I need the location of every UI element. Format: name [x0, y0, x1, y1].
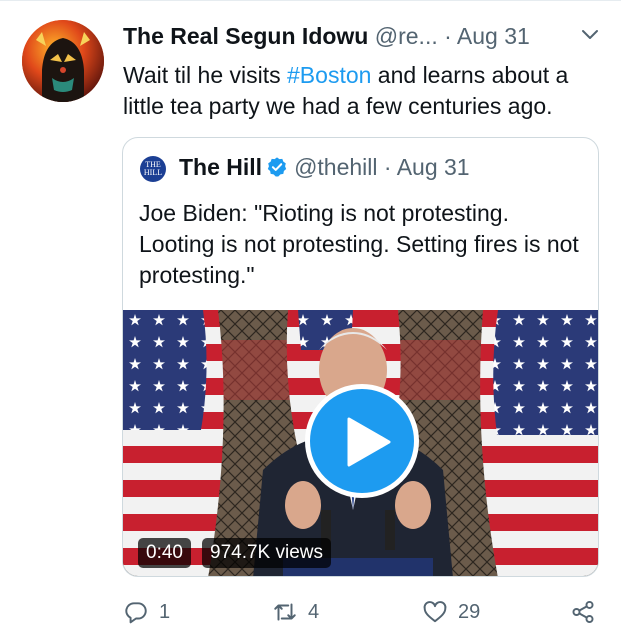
reply-icon — [125, 602, 147, 624]
verified-badge-icon — [266, 156, 288, 178]
reply-button[interactable]: 1 — [123, 595, 170, 629]
video-views: 974.7K views — [202, 538, 332, 568]
retweet-icon — [274, 603, 296, 621]
the-hill-logo[interactable]: THE HILL — [140, 156, 166, 182]
top-divider — [0, 0, 621, 1]
play-icon — [347, 417, 391, 467]
quote-date[interactable]: Aug 31 — [397, 154, 470, 180]
quote-author-handle[interactable]: @thehill — [294, 154, 377, 180]
chevron-down-icon[interactable] — [578, 22, 602, 46]
like-count: 29 — [458, 600, 481, 623]
tweet-text-part1: Wait til he visits — [123, 62, 288, 88]
quote-author-name[interactable]: The Hill — [179, 154, 262, 180]
tweet-actions: 1 4 29 — [0, 595, 621, 629]
like-icon — [423, 601, 447, 623]
retweet-count: 4 — [308, 600, 320, 623]
quote-separator-dot: · — [383, 154, 392, 180]
share-icon — [572, 600, 594, 624]
share-button[interactable] — [570, 595, 596, 629]
separator-dot: · — [444, 23, 452, 49]
reply-count: 1 — [159, 600, 171, 623]
play-button[interactable] — [305, 384, 419, 498]
tweet-header: The Real Segun Idowu @re... · Aug 31 — [123, 23, 603, 55]
author-name[interactable]: The Real Segun Idowu — [123, 23, 368, 49]
like-button[interactable]: 29 — [422, 595, 480, 629]
video-player[interactable]: 0:40 974.7K views — [123, 310, 598, 576]
video-duration: 0:40 — [138, 538, 191, 568]
quote-header: The Hill @thehill · Aug 31 — [179, 154, 470, 181]
quoted-tweet[interactable]: THE HILL The Hill @thehill · Aug 31 Joe B… — [122, 137, 599, 577]
logo-text-line2: HILL — [143, 168, 163, 177]
tweet-text: Wait til he visits #Boston and learns ab… — [123, 60, 608, 122]
author-avatar[interactable] — [22, 20, 104, 102]
retweet-button[interactable]: 4 — [272, 595, 319, 629]
quote-text: Joe Biden: "Rioting is not protesting. L… — [139, 200, 579, 288]
author-handle[interactable]: @re... — [375, 23, 438, 49]
tweet-date[interactable]: Aug 31 — [457, 23, 530, 49]
hashtag-link[interactable]: #Boston — [287, 62, 371, 88]
